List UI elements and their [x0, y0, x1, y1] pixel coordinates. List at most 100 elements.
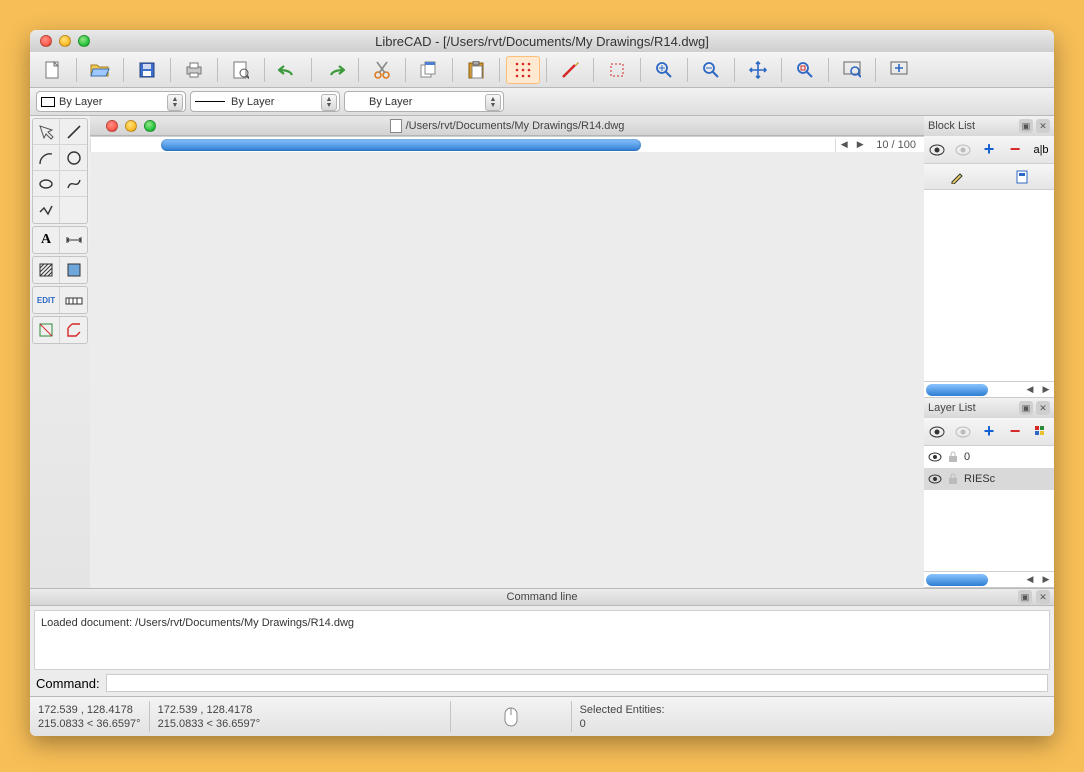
layer-list-header: Layer List ▣ ✕	[924, 398, 1054, 418]
modify-tool[interactable]: EDIT	[33, 287, 60, 313]
close-window-button[interactable]	[40, 35, 52, 47]
text-tool[interactable]: A	[33, 227, 60, 253]
scroll-right-button[interactable]: ▶	[1038, 383, 1054, 397]
layer-panel-scrollbar[interactable]: ◀ ▶	[924, 571, 1054, 587]
spline-tool[interactable]	[60, 171, 87, 197]
h-scroll-thumb[interactable]	[161, 139, 641, 151]
ellipse-tool[interactable]	[33, 171, 60, 197]
scroll-left-button[interactable]: ◀	[836, 138, 852, 152]
select-tool[interactable]	[33, 119, 60, 145]
block-tool[interactable]	[60, 317, 87, 343]
block-panel-scrollbar[interactable]: ◀ ▶	[924, 381, 1054, 397]
command-line-header: Command line ▣ ✕	[30, 588, 1054, 606]
text-group: A	[32, 226, 88, 254]
layer-row[interactable]: 0	[924, 446, 1054, 468]
command-history[interactable]: Loaded document: /Users/rvt/Documents/My…	[34, 610, 1050, 670]
polar-coord-value: 215.0833 < 36.6597°	[38, 718, 141, 730]
layer-list-body[interactable]: 0 RIESc	[924, 446, 1054, 571]
undock-icon[interactable]: ▣	[1019, 401, 1033, 415]
zoom-window-button[interactable]	[78, 35, 90, 47]
block-visible-icon[interactable]	[924, 136, 950, 163]
undock-icon[interactable]: ▣	[1019, 119, 1033, 133]
command-input[interactable]	[106, 674, 1048, 692]
paste-button[interactable]	[459, 56, 493, 84]
eye-icon	[928, 474, 942, 484]
drawing-window: /Users/rvt/Documents/My Drawings/R14.dwg	[90, 116, 924, 588]
new-file-button[interactable]	[36, 56, 70, 84]
document-titlebar: /Users/rvt/Documents/My Drawings/R14.dwg	[90, 116, 924, 136]
block-add-button[interactable]: +	[976, 136, 1002, 163]
mouse-hint	[451, 697, 571, 736]
selected-label: Selected Entities:	[580, 704, 665, 716]
zoom-redraw-button[interactable]	[600, 56, 634, 84]
zoom-in-button[interactable]	[647, 56, 681, 84]
dimension-tool[interactable]	[60, 227, 87, 253]
grid-toggle-button[interactable]	[506, 56, 540, 84]
mouse-icon	[504, 707, 518, 727]
layer-row[interactable]: RIESc	[924, 468, 1054, 490]
block-toolbar: + − a|b	[924, 136, 1054, 164]
block-rename-button[interactable]: a|b	[1028, 136, 1054, 163]
layer-showall-icon[interactable]	[924, 418, 950, 445]
layer-add-button[interactable]: +	[976, 418, 1002, 445]
snap-tool[interactable]	[60, 287, 87, 313]
open-file-button[interactable]	[83, 56, 117, 84]
close-panel-icon[interactable]: ✕	[1036, 590, 1050, 604]
scroll-right-button[interactable]: ▶	[1038, 573, 1054, 587]
scroll-left-button[interactable]: ◀	[1022, 383, 1038, 397]
lineweight-icon	[195, 101, 225, 102]
layer-toolbar: + −	[924, 418, 1054, 446]
h-scroll-track[interactable]	[90, 138, 836, 152]
info-tool[interactable]	[33, 317, 60, 343]
close-panel-icon[interactable]: ✕	[1036, 119, 1050, 133]
block-remove-button[interactable]: −	[1002, 136, 1028, 163]
zoom-previous-button[interactable]	[882, 56, 916, 84]
layer-hideall-icon[interactable]	[950, 418, 976, 445]
layer-list-panel: Layer List ▣ ✕ + − 0	[924, 398, 1054, 588]
hatch-tool[interactable]	[33, 257, 60, 283]
pan-button[interactable]	[741, 56, 775, 84]
linetype-combo[interactable]: By Layer ▲▼	[344, 91, 504, 112]
block-toolbar-2	[924, 164, 1054, 190]
cut-button[interactable]	[365, 56, 399, 84]
print-button[interactable]	[177, 56, 211, 84]
redo-button[interactable]	[318, 56, 352, 84]
circle-tool[interactable]	[60, 145, 87, 171]
undo-button[interactable]	[271, 56, 305, 84]
horizontal-scrollbar[interactable]: ◀ ▶ 10 / 100	[90, 136, 924, 152]
block-list-body[interactable]	[924, 190, 1054, 381]
arc-tool[interactable]	[33, 145, 60, 171]
zoom-window-tool-button[interactable]	[835, 56, 869, 84]
line-tool[interactable]	[60, 119, 87, 145]
block-h-scroll-thumb[interactable]	[926, 384, 988, 396]
zoom-doc-button[interactable]	[144, 120, 156, 132]
scroll-left-button[interactable]: ◀	[1022, 573, 1038, 587]
minimize-doc-button[interactable]	[125, 120, 137, 132]
scroll-right-button[interactable]: ▶	[852, 138, 868, 152]
layer-remove-button[interactable]: −	[1002, 418, 1028, 445]
layer-h-scroll-thumb[interactable]	[926, 574, 988, 586]
zoom-auto-button[interactable]	[788, 56, 822, 84]
panel-title: Layer List	[928, 402, 976, 414]
block-insert-button[interactable]	[989, 164, 1054, 189]
zoom-out-button[interactable]	[694, 56, 728, 84]
close-doc-button[interactable]	[106, 120, 118, 132]
image-tool[interactable]	[60, 257, 87, 283]
save-file-button[interactable]	[130, 56, 164, 84]
undock-icon[interactable]: ▣	[1018, 590, 1032, 604]
layer-edit-button[interactable]	[1028, 418, 1054, 445]
layer-color-combo[interactable]: By Layer ▲▼	[36, 91, 186, 112]
polyline-tool[interactable]	[33, 197, 60, 223]
block-edit-button[interactable]	[924, 164, 989, 189]
linewidth-combo[interactable]: By Layer ▲▼	[190, 91, 340, 112]
block-hidden-icon[interactable]	[950, 136, 976, 163]
print-preview-button[interactable]	[224, 56, 258, 84]
info-group	[32, 316, 88, 344]
rel-coords: 172.539 , 128.4178 215.0833 < 36.6597°	[150, 697, 450, 736]
copy-button[interactable]	[412, 56, 446, 84]
minimize-window-button[interactable]	[59, 35, 71, 47]
close-panel-icon[interactable]: ✕	[1036, 401, 1050, 415]
selection-count: Selected Entities: 0	[572, 697, 673, 736]
file-icon	[390, 119, 402, 133]
draft-mode-button[interactable]	[553, 56, 587, 84]
